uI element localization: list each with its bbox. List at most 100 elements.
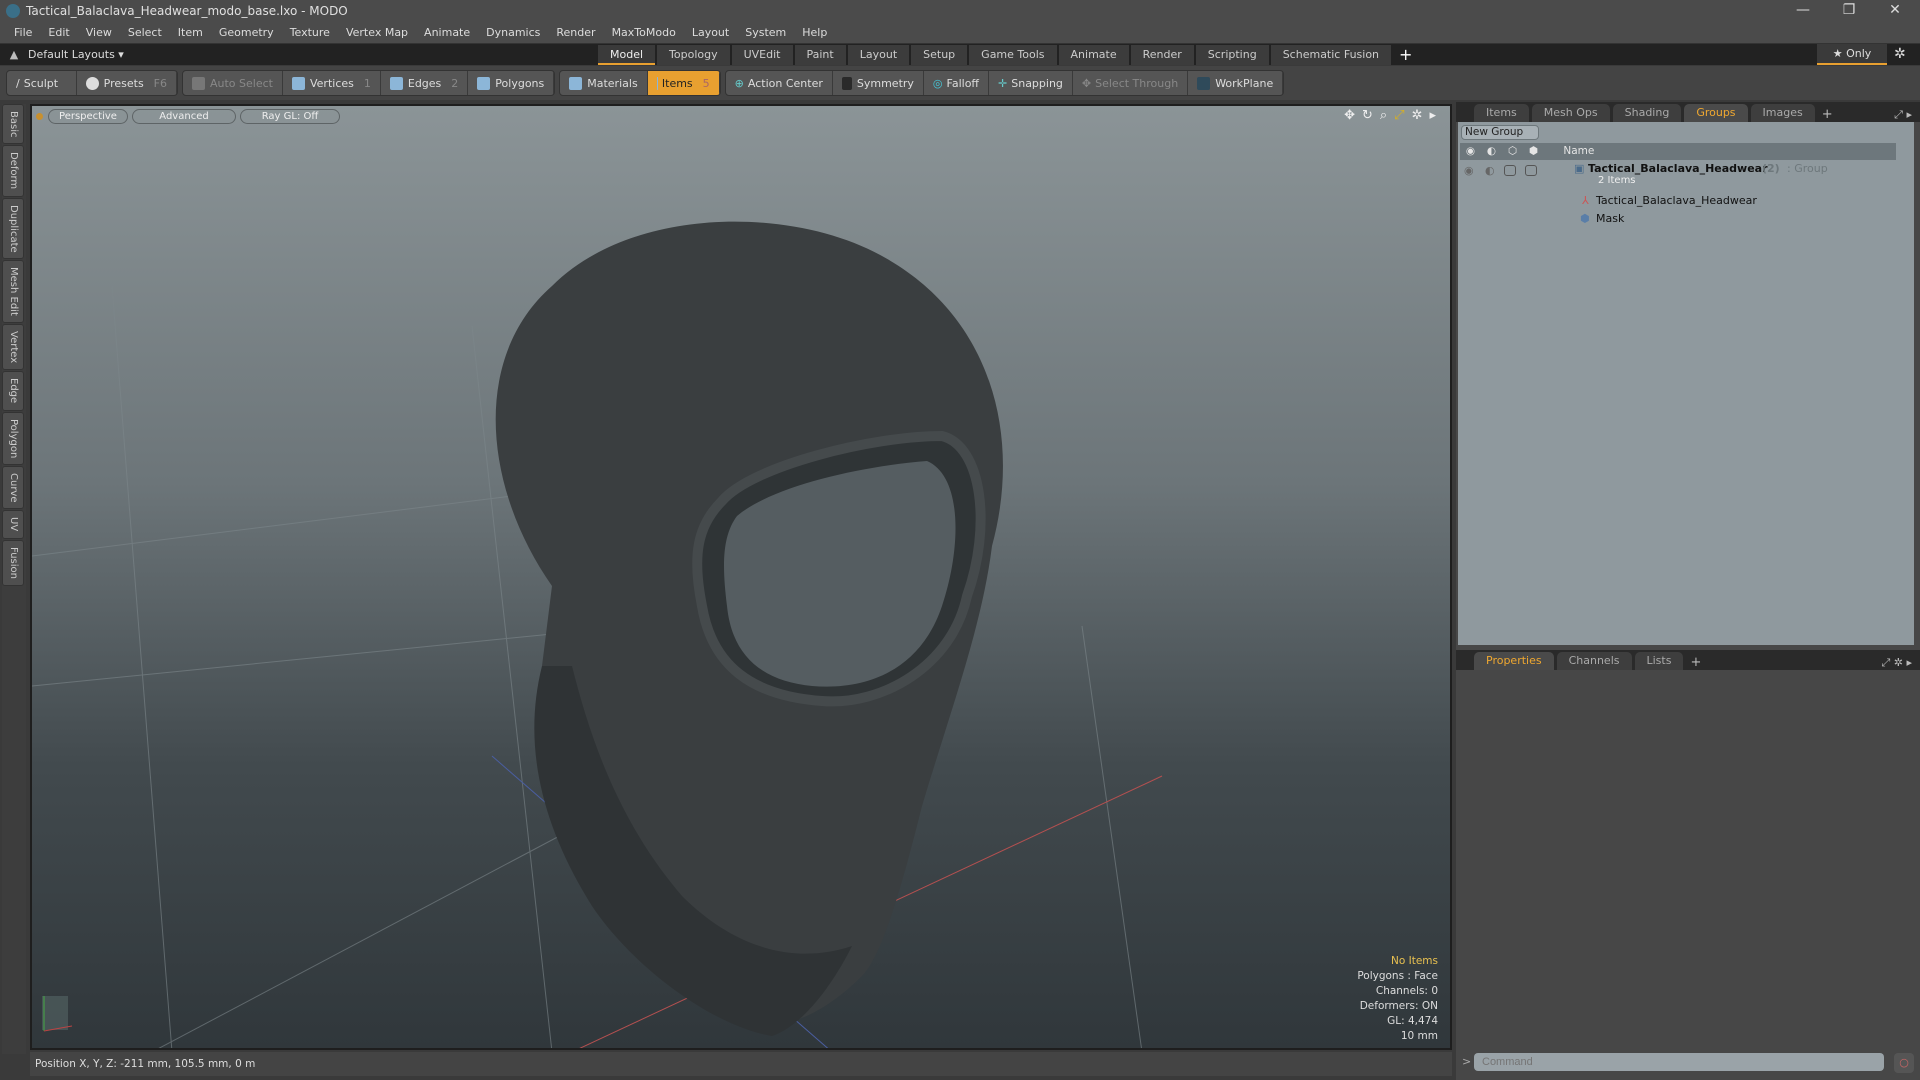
side-tab-edge[interactable]: Edge xyxy=(2,371,24,411)
tab-animate[interactable]: Animate xyxy=(1058,44,1129,65)
sculpt-button[interactable]: / Sculpt xyxy=(7,71,77,95)
minimize-button[interactable]: — xyxy=(1788,2,1818,20)
group-name: Tactical_Balaclava_Headwear xyxy=(1588,162,1768,175)
menu-edit[interactable]: Edit xyxy=(48,26,69,39)
properties-panel-controls-icon[interactable]: ⤢ ✲ ▸ xyxy=(1881,656,1912,670)
auto-select-button[interactable]: Auto Select xyxy=(183,71,283,95)
record-macro-icon[interactable]: ○ xyxy=(1894,1053,1914,1073)
vertices-key: 1 xyxy=(363,76,371,90)
tab-game-tools[interactable]: Game Tools xyxy=(969,44,1057,65)
workplane-button[interactable]: WorkPlane xyxy=(1188,71,1284,95)
action-center-button[interactable]: ⊕ Action Center xyxy=(726,71,833,95)
menu-help[interactable]: Help xyxy=(802,26,827,39)
items-button[interactable]: Items 5 xyxy=(647,71,720,95)
falloff-button[interactable]: ◎ Falloff xyxy=(924,71,990,95)
mesh-icon: ⬢ xyxy=(1580,212,1590,225)
close-button[interactable]: ✕ xyxy=(1880,2,1910,20)
tab-layout[interactable]: Layout xyxy=(847,44,910,65)
group-row[interactable]: ◉ ◐ ▣ Tactical_Balaclava_Headwear (2) : … xyxy=(1460,162,1896,192)
side-tab-basic[interactable]: Basic xyxy=(2,104,24,145)
presets-button[interactable]: Presets F6 xyxy=(77,71,177,95)
edges-icon xyxy=(389,76,403,90)
toolbar: / Sculpt Presets F6 Auto Select Vertices 1 … xyxy=(0,66,1920,100)
side-tab-fusion[interactable]: Fusion xyxy=(2,539,24,586)
side-tab-uv[interactable]: UV xyxy=(2,510,24,539)
add-properties-tab-button[interactable]: + xyxy=(1690,655,1701,670)
layouts-dropdown[interactable]: Default Layouts ▾ xyxy=(28,48,598,61)
tab-uvedit[interactable]: UVEdit xyxy=(731,44,793,65)
menu-system[interactable]: System xyxy=(745,26,786,39)
add-layout-button[interactable]: + xyxy=(1399,45,1412,64)
materials-button[interactable]: Materials xyxy=(560,71,648,95)
select-column-icon[interactable]: ⬢ xyxy=(1523,143,1544,160)
side-tab-mesh-edit[interactable]: Mesh Edit xyxy=(2,260,24,324)
restore-button[interactable]: ❐ xyxy=(1834,2,1864,20)
polygons-button[interactable]: Polygons xyxy=(468,71,555,95)
tab-items[interactable]: Items xyxy=(1474,104,1529,122)
menu-view[interactable]: View xyxy=(86,26,112,39)
tab-scripting[interactable]: Scripting xyxy=(1195,44,1269,65)
menu-select[interactable]: Select xyxy=(128,26,162,39)
side-tab-polygon[interactable]: Polygon xyxy=(2,411,24,465)
menu-texture[interactable]: Texture xyxy=(290,26,330,39)
only-button[interactable]: ★ Only xyxy=(1817,44,1887,65)
tab-images[interactable]: Images xyxy=(1750,104,1815,122)
workplane-label: WorkPlane xyxy=(1215,76,1274,90)
menu-layout[interactable]: Layout xyxy=(692,26,729,39)
tab-groups[interactable]: Groups xyxy=(1684,104,1748,122)
expand-panel-icon[interactable]: ⤢ ▸ xyxy=(1894,108,1912,122)
lock-toggle[interactable] xyxy=(1504,165,1516,176)
snapping-icon: ✛ xyxy=(998,76,1008,90)
side-tab-duplicate[interactable]: Duplicate xyxy=(2,197,24,260)
lock-column-icon[interactable]: ⬡ xyxy=(1502,143,1523,160)
symmetry-button[interactable]: Symmetry xyxy=(833,71,924,95)
tab-paint[interactable]: Paint xyxy=(794,44,846,65)
menu-file[interactable]: File xyxy=(14,26,32,39)
add-tab-button[interactable]: + xyxy=(1822,107,1833,122)
falloff-icon: ◎ xyxy=(932,76,943,90)
collapse-icon[interactable]: ▲ xyxy=(0,48,28,61)
side-tab-curve[interactable]: Curve xyxy=(2,465,24,510)
select-toggle[interactable] xyxy=(1525,165,1537,176)
vertices-icon xyxy=(291,76,305,90)
select-through-button[interactable]: ✥ Select Through xyxy=(1073,71,1189,95)
gl-info: GL: 4,474 xyxy=(1387,1015,1438,1027)
visibility-column-icon[interactable]: ◉ xyxy=(1460,143,1481,160)
group-item-name: Mask xyxy=(1596,212,1625,225)
tab-lists[interactable]: Lists xyxy=(1634,652,1684,670)
tab-schematic-fusion[interactable]: Schematic Fusion xyxy=(1270,44,1392,65)
tab-model[interactable]: Model xyxy=(598,44,656,65)
tab-render[interactable]: Render xyxy=(1130,44,1194,65)
gear-icon[interactable]: ✲ xyxy=(1894,46,1906,62)
name-column-header: Name xyxy=(1563,145,1595,157)
command-prompt: > xyxy=(1462,1055,1472,1068)
new-group-button[interactable]: New Group xyxy=(1461,125,1539,140)
menu-maxtomodo[interactable]: MaxToModo xyxy=(612,26,676,39)
command-input[interactable] xyxy=(1474,1053,1884,1071)
tab-mesh-ops[interactable]: Mesh Ops xyxy=(1531,104,1610,122)
tab-channels[interactable]: Channels xyxy=(1556,652,1632,670)
menu-animate[interactable]: Animate xyxy=(424,26,470,39)
side-tab-vertex[interactable]: Vertex xyxy=(2,324,24,371)
group-item-row[interactable]: ⬢ Mask xyxy=(1460,212,1896,230)
menu-item[interactable]: Item xyxy=(178,26,203,39)
edges-button[interactable]: Edges 2 xyxy=(381,71,469,95)
visibility-toggle-icon[interactable]: ◉ xyxy=(1464,164,1474,177)
side-tab-deform[interactable]: Deform xyxy=(2,145,24,197)
group-item-row[interactable]: ⅄ Tactical_Balaclava_Headwear xyxy=(1460,194,1896,212)
render-column-icon[interactable]: ◐ xyxy=(1481,143,1502,160)
menu-dynamics[interactable]: Dynamics xyxy=(486,26,540,39)
tab-shading[interactable]: Shading xyxy=(1612,104,1682,122)
tab-properties[interactable]: Properties xyxy=(1474,652,1554,670)
vertices-button[interactable]: Vertices 1 xyxy=(283,71,381,95)
menu-geometry[interactable]: Geometry xyxy=(219,26,274,39)
group-icon: ▣ xyxy=(1574,162,1585,175)
menu-render[interactable]: Render xyxy=(556,26,595,39)
render-toggle-icon[interactable]: ◐ xyxy=(1485,164,1495,177)
tab-topology[interactable]: Topology xyxy=(657,44,730,65)
snapping-button[interactable]: ✛ Snapping xyxy=(989,71,1073,95)
tab-setup[interactable]: Setup xyxy=(911,44,968,65)
menu-vertex-map[interactable]: Vertex Map xyxy=(346,26,408,39)
locator-icon: ⅄ xyxy=(1582,194,1589,207)
3d-viewport[interactable]: Perspective Advanced Ray GL: Off ✥ ↻ ⌕ ⤢… xyxy=(30,104,1452,1050)
